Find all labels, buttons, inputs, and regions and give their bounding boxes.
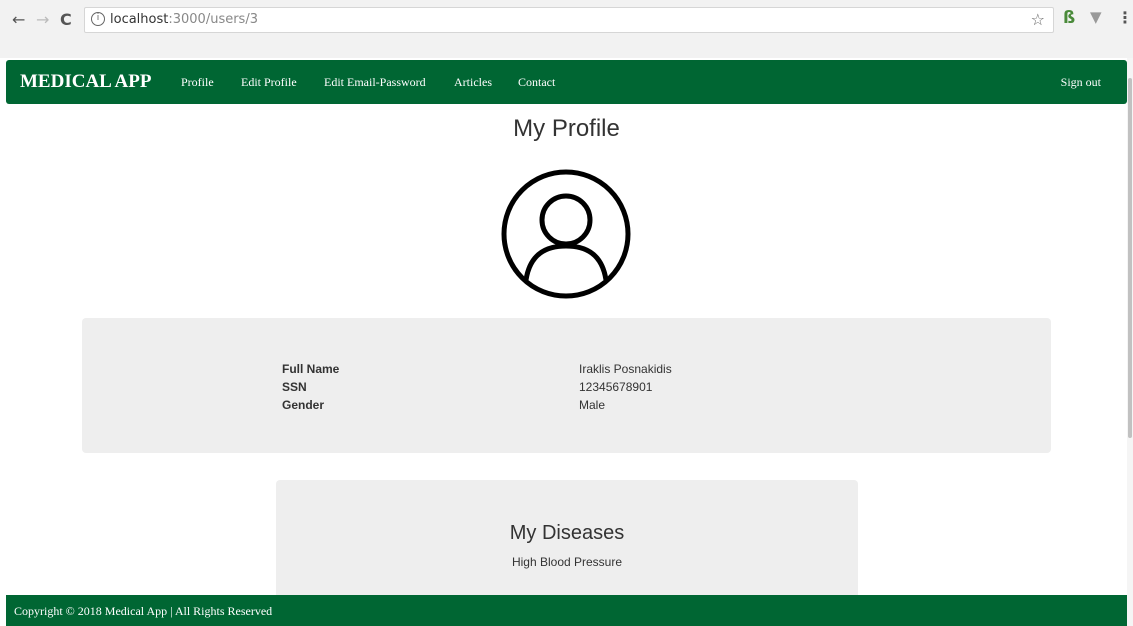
url-path: :3000/users/3	[168, 12, 258, 27]
footer-copyright: Copyright © 2018 Medical App | All Right…	[14, 604, 273, 618]
forward-arrow-icon[interactable]: →	[36, 10, 49, 30]
profile-values: Iraklis Posnakidis 12345678901 Male	[579, 360, 672, 414]
profile-info-card: Full Name SSN Gender Iraklis Posnakidis …	[82, 318, 1051, 453]
nav-link-edit-email-password[interactable]: Edit Email-Password	[324, 75, 426, 90]
user-circle-icon	[501, 169, 631, 299]
url-host: localhost	[110, 12, 169, 27]
diseases-card: My Diseases High Blood Pressure	[276, 480, 858, 600]
browser-menu-icon[interactable]: ⋮	[1117, 8, 1133, 27]
address-bar[interactable]: i localhost:3000/users/3 ☆	[84, 7, 1054, 33]
page-title: My Profile	[513, 115, 620, 142]
info-icon[interactable]: i	[91, 12, 105, 26]
main-navbar: MEDICAL APP Profile Edit Profile Edit Em…	[6, 60, 1127, 104]
nav-link-contact[interactable]: Contact	[518, 75, 555, 90]
page-footer: Copyright © 2018 Medical App | All Right…	[6, 595, 1127, 626]
value-gender: Male	[579, 398, 606, 412]
extension-v-icon[interactable]: ▼	[1090, 8, 1102, 26]
reload-icon[interactable]: C	[60, 10, 72, 30]
page-scrollbar[interactable]	[1127, 58, 1133, 626]
nav-link-articles[interactable]: Articles	[454, 75, 492, 90]
sign-out-link[interactable]: Sign out	[1061, 75, 1101, 90]
value-full-name: Iraklis Posnakidis	[579, 362, 672, 376]
disease-item: High Blood Pressure	[511, 555, 623, 569]
brand-logo[interactable]: MEDICAL APP	[20, 71, 151, 93]
nav-link-edit-profile[interactable]: Edit Profile	[241, 75, 297, 90]
label-full-name: Full Name	[282, 362, 340, 376]
value-ssn: 12345678901	[579, 380, 653, 394]
browser-toolbar: ← → C i localhost:3000/users/3 ☆ ß ▼ ⋮	[0, 0, 1133, 58]
label-gender: Gender	[282, 398, 325, 412]
diseases-title: My Diseases	[509, 522, 625, 544]
label-ssn: SSN	[282, 380, 307, 394]
extension-b-icon[interactable]: ß	[1063, 8, 1075, 28]
back-arrow-icon[interactable]: ←	[12, 10, 25, 30]
profile-labels: Full Name SSN Gender	[282, 360, 339, 414]
star-icon[interactable]: ☆	[1031, 10, 1045, 29]
address-url[interactable]: localhost:3000/users/3	[110, 12, 258, 27]
nav-link-profile[interactable]: Profile	[181, 75, 214, 90]
